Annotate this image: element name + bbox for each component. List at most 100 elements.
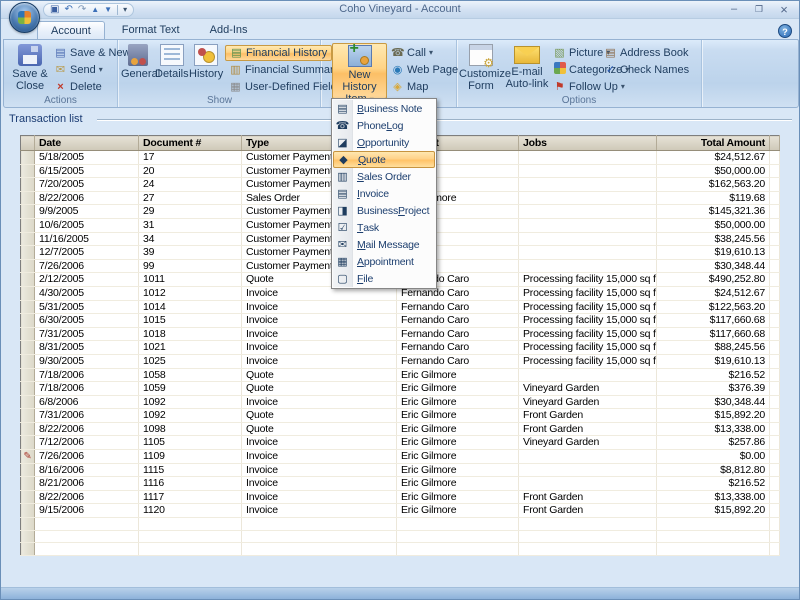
- table-row[interactable]: 7/31/2006 1092 Quote Eric Gilmore Front …: [21, 409, 780, 423]
- cell-type: Invoice: [242, 327, 397, 341]
- redo-icon[interactable]: ↷: [78, 4, 86, 16]
- send-button[interactable]: ✉ Send ▾: [54, 62, 103, 78]
- cell-document: 27: [139, 191, 242, 205]
- tab-add-ins[interactable]: Add-Ins: [197, 21, 261, 39]
- ribbon-group-communicate: + New History Item ▾ ☎ Call ▾ ◉ Web Page…: [321, 40, 457, 107]
- cell-total-amount: $13,338.00: [657, 490, 770, 504]
- table-row[interactable]: ✎ 7/26/2006 1109 Invoice Eric Gilmore $0…: [21, 450, 780, 464]
- menu-item[interactable]: ▢ File: [333, 270, 435, 287]
- cell-jobs: [519, 368, 657, 382]
- cell-jobs: [519, 450, 657, 464]
- menu-item[interactable]: ▦ Appointment: [333, 253, 435, 270]
- cell-total-amount: $24,512.67: [657, 286, 770, 300]
- check-names-button[interactable]: ✓ Check Names: [604, 62, 689, 78]
- menu-item[interactable]: ◪ Opportunity: [333, 134, 435, 151]
- table-row[interactable]: 7/12/2006 1105 Invoice Eric Gilmore Vine…: [21, 436, 780, 450]
- cell-date: 8/21/2006: [35, 477, 139, 491]
- menu-item[interactable]: ▤ Invoice: [333, 185, 435, 202]
- help-button[interactable]: ?: [778, 24, 792, 38]
- details-button[interactable]: Details: [155, 43, 188, 80]
- table-row[interactable]: 7/18/2006 1059 Quote Eric Gilmore Vineya…: [21, 382, 780, 396]
- call-button[interactable]: ☎ Call ▾: [391, 45, 433, 61]
- picture-button[interactable]: ▧ Picture ▾: [553, 45, 610, 61]
- table-row[interactable]: 8/22/2006 1117 Invoice Eric Gilmore Fron…: [21, 490, 780, 504]
- new-history-item-button[interactable]: + New History Item ▾: [332, 43, 387, 99]
- close-button[interactable]: ×: [777, 2, 791, 17]
- cell-date: 8/16/2006: [35, 463, 139, 477]
- table-row[interactable]: 9/30/2005 1025 Invoice Fernando Caro Pro…: [21, 354, 780, 368]
- column-header-date[interactable]: Date: [35, 136, 139, 151]
- address-book-button[interactable]: ▤ Address Book: [604, 45, 688, 61]
- column-header-document[interactable]: Document #: [139, 136, 242, 151]
- table-row[interactable]: 7/31/2005 1018 Invoice Fernando Caro Pro…: [21, 327, 780, 341]
- column-header-total-amount[interactable]: Total Amount: [657, 136, 770, 151]
- save-close-button[interactable]: Save & Close: [8, 43, 52, 92]
- cell-jobs: [519, 246, 657, 260]
- restore-button[interactable]: ❐: [752, 2, 766, 17]
- office-button[interactable]: [9, 2, 40, 33]
- general-button[interactable]: General: [121, 43, 154, 80]
- menu-item-icon: ▤: [333, 185, 353, 202]
- cell-date: 7/20/2005: [35, 178, 139, 192]
- previous-item-icon[interactable]: ▲: [91, 4, 99, 16]
- tab-format-text[interactable]: Format Text: [109, 21, 193, 39]
- undo-icon[interactable]: ↶: [64, 4, 72, 16]
- cell-jobs: Vineyard Garden: [519, 395, 657, 409]
- email-auto-link-icon: [514, 46, 540, 64]
- table-row[interactable]: 8/31/2005 1021 Invoice Fernando Caro Pro…: [21, 341, 780, 355]
- delete-button[interactable]: × Delete: [54, 79, 102, 95]
- cell-document: 39: [139, 246, 242, 260]
- menu-item[interactable]: ◆ Quote: [333, 151, 435, 168]
- cell-jobs: [519, 205, 657, 219]
- cell-jobs: Processing facility 15,000 sq ft: [519, 354, 657, 368]
- group-label-options: Options: [457, 95, 701, 106]
- ribbon-group-options: ⚙ Customize Form E-mail Auto-link ▧ Pict…: [457, 40, 702, 107]
- picture-icon: ▧: [553, 45, 566, 61]
- financial-history-button[interactable]: ▤ Financial History: [225, 45, 332, 61]
- next-item-icon[interactable]: ▼: [104, 4, 112, 16]
- menu-item[interactable]: ◨ Business Project: [333, 202, 435, 219]
- table-row[interactable]: 6/8/2006 1092 Invoice Eric Gilmore Viney…: [21, 395, 780, 409]
- email-auto-link-button[interactable]: E-mail Auto-link: [504, 43, 550, 90]
- tab-account[interactable]: Account: [37, 21, 105, 39]
- cell-type: Invoice: [242, 463, 397, 477]
- customize-form-button[interactable]: ⚙ Customize Form: [459, 43, 503, 92]
- table-row[interactable]: 5/31/2005 1014 Invoice Fernando Caro Pro…: [21, 300, 780, 314]
- column-header-jobs[interactable]: Jobs: [519, 136, 657, 151]
- cell-type: Quote: [242, 422, 397, 436]
- column-header-gutter: [21, 136, 35, 151]
- menu-item[interactable]: ▤ Business Note: [333, 100, 435, 117]
- menu-item[interactable]: ☑ Task: [333, 219, 435, 236]
- follow-up-icon: ⚑: [553, 79, 566, 95]
- menu-item[interactable]: ▥ Sales Order: [333, 168, 435, 185]
- minimize-button[interactable]: –: [727, 2, 741, 17]
- customize-qat-icon[interactable]: ▾: [123, 4, 127, 16]
- map-button[interactable]: ◈ Map: [391, 79, 428, 95]
- cell-date: 5/31/2005: [35, 300, 139, 314]
- web-page-button[interactable]: ◉ Web Page: [391, 62, 458, 78]
- table-row[interactable]: 6/30/2005 1015 Invoice Fernando Caro Pro…: [21, 314, 780, 328]
- cell-document: 1120: [139, 504, 242, 518]
- menu-item[interactable]: ☎ Phone Log: [333, 117, 435, 134]
- table-row[interactable]: 8/16/2006 1115 Invoice Eric Gilmore $8,8…: [21, 463, 780, 477]
- cell-type: Invoice: [242, 477, 397, 491]
- cell-total-amount: $50,000.00: [657, 218, 770, 232]
- cell-document: 1012: [139, 286, 242, 300]
- table-row[interactable]: 7/18/2006 1058 Quote Eric Gilmore $216.5…: [21, 368, 780, 382]
- table-row[interactable]: 9/15/2006 1120 Invoice Eric Gilmore Fron…: [21, 504, 780, 518]
- cell-type: Quote: [242, 382, 397, 396]
- menu-item[interactable]: ✉ Mail Message: [333, 236, 435, 253]
- table-row[interactable]: 8/21/2006 1116 Invoice Eric Gilmore $216…: [21, 477, 780, 491]
- cell-type: Invoice: [242, 354, 397, 368]
- cell-date: 5/18/2005: [35, 151, 139, 165]
- cell-total-amount: $88,245.56: [657, 341, 770, 355]
- table-row[interactable]: 8/22/2006 1098 Quote Eric Gilmore Front …: [21, 422, 780, 436]
- cell-jobs: Front Garden: [519, 422, 657, 436]
- save-icon[interactable]: ▣: [50, 4, 59, 16]
- cell-document: 1018: [139, 327, 242, 341]
- map-icon: ◈: [391, 79, 404, 95]
- follow-up-button[interactable]: ⚑ Follow Up ▾: [553, 79, 625, 95]
- cell-contact: Eric Gilmore: [397, 382, 519, 396]
- history-button[interactable]: History: [189, 43, 222, 80]
- cell-document: 34: [139, 232, 242, 246]
